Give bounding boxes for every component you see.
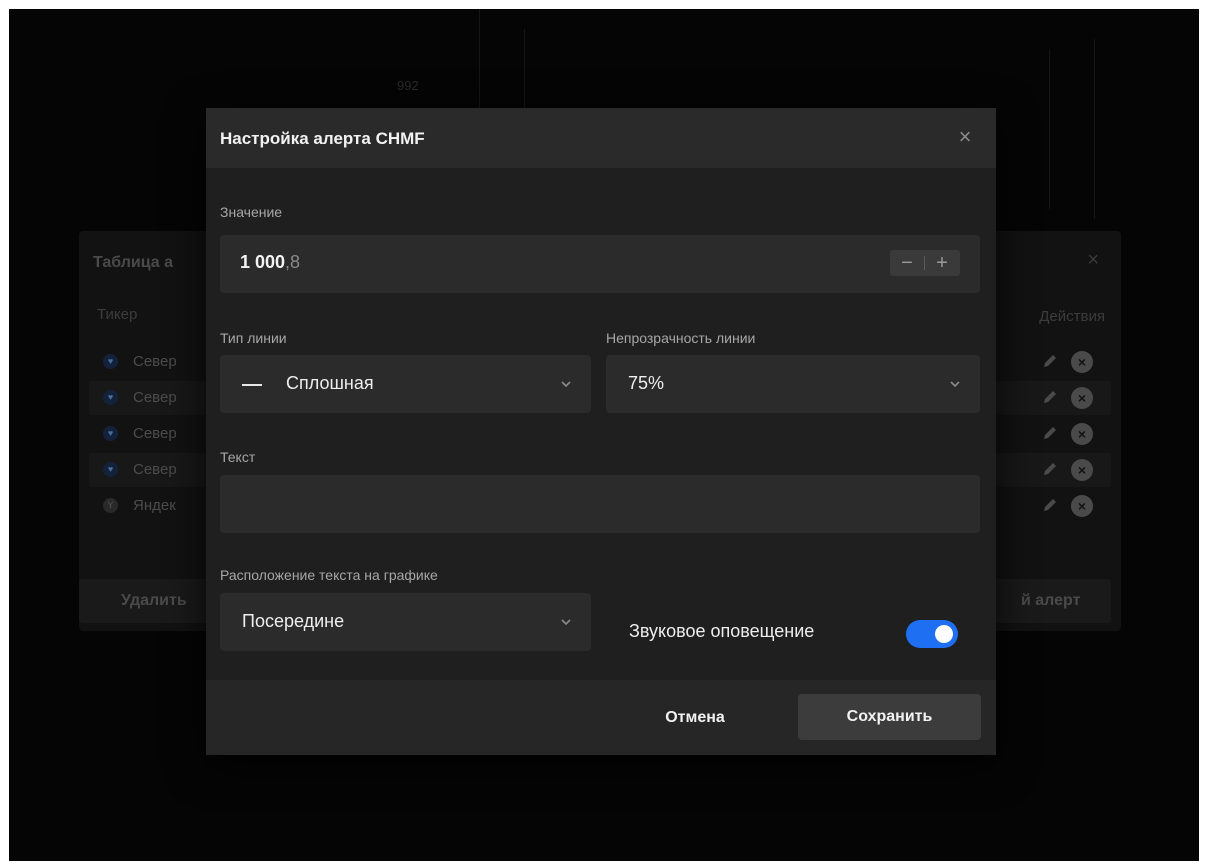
delete-icon[interactable]: ×: [1071, 495, 1093, 517]
value-fraction: ,8: [285, 252, 301, 272]
chart-price-label: 992: [397, 78, 419, 93]
dialog-title: Настройка алерта CHMF: [220, 129, 425, 148]
dialog-header: Настройка алерта CHMF ×: [206, 108, 996, 168]
column-header-ticker: Тикер: [97, 306, 138, 323]
pencil-icon[interactable]: [1041, 496, 1059, 514]
ticker-name: Яндек: [133, 497, 176, 514]
text-position-label: Расположение текста на графике: [220, 567, 438, 583]
alerts-table-title: Таблица а: [93, 254, 174, 271]
screen: 992 Таблица а × Тикер Действия ♥ Север ×…: [9, 9, 1199, 861]
chevron-down-icon: [561, 381, 571, 388]
ticker-logo-icon: ♥: [103, 390, 118, 405]
ticker-logo-icon: Y: [103, 498, 118, 513]
plus-button[interactable]: +: [925, 250, 959, 276]
sound-alert-toggle[interactable]: [906, 620, 958, 648]
value-label: Значение: [220, 204, 283, 220]
chart-streak: [1049, 49, 1050, 209]
column-header-actions: Действия: [1039, 308, 1105, 325]
chevron-down-icon: [950, 381, 960, 388]
value-integer: 1 000: [240, 252, 286, 272]
dialog-footer: Отмена Сохранить: [206, 680, 996, 755]
text-input[interactable]: [220, 475, 980, 533]
ticker-name: Север: [133, 425, 177, 442]
value-text: 1 000,8: [240, 252, 300, 273]
delete-all-button[interactable]: Удалить: [79, 579, 219, 623]
pencil-icon[interactable]: [1041, 424, 1059, 442]
value-stepper: − +: [890, 250, 960, 276]
solid-line-icon: [242, 384, 262, 386]
close-icon[interactable]: ×: [1087, 249, 1099, 272]
close-icon[interactable]: ×: [952, 124, 978, 150]
chart-streak: [1094, 39, 1095, 219]
ticker-name: Север: [133, 353, 177, 370]
pencil-icon[interactable]: [1041, 352, 1059, 370]
line-type-value: Сплошная: [286, 373, 374, 393]
sound-alert-label: Звуковое оповещение: [629, 621, 815, 641]
toggle-knob: [935, 625, 953, 643]
delete-icon[interactable]: ×: [1071, 459, 1093, 481]
delete-icon[interactable]: ×: [1071, 351, 1093, 373]
delete-icon[interactable]: ×: [1071, 423, 1093, 445]
line-opacity-label: Непрозрачность линии: [606, 330, 756, 346]
alert-settings-dialog: Настройка алерта CHMF × Значение 1 000,8…: [206, 108, 996, 755]
text-label: Текст: [220, 449, 256, 465]
cancel-button[interactable]: Отмена: [640, 698, 750, 738]
ticker-logo-icon: ♥: [103, 426, 118, 441]
pencil-icon[interactable]: [1041, 388, 1059, 406]
ticker-name: Север: [133, 389, 177, 406]
add-alert-button[interactable]: й алерт: [981, 579, 1111, 623]
value-input[interactable]: 1 000,8 − +: [220, 235, 980, 293]
text-position-select[interactable]: Посередине: [220, 593, 591, 651]
chevron-down-icon: [561, 619, 571, 626]
line-type-select[interactable]: Сплошная: [220, 355, 591, 413]
line-type-label: Тип линии: [220, 330, 287, 346]
delete-icon[interactable]: ×: [1071, 387, 1093, 409]
pencil-icon[interactable]: [1041, 460, 1059, 478]
line-opacity-value: 75%: [628, 373, 665, 393]
ticker-logo-icon: ♥: [103, 462, 118, 477]
text-position-value: Посередине: [242, 611, 345, 631]
ticker-name: Север: [133, 461, 177, 478]
ticker-logo-icon: ♥: [103, 354, 118, 369]
minus-button[interactable]: −: [890, 250, 924, 276]
line-opacity-select[interactable]: 75%: [606, 355, 980, 413]
save-button[interactable]: Сохранить: [798, 694, 981, 740]
